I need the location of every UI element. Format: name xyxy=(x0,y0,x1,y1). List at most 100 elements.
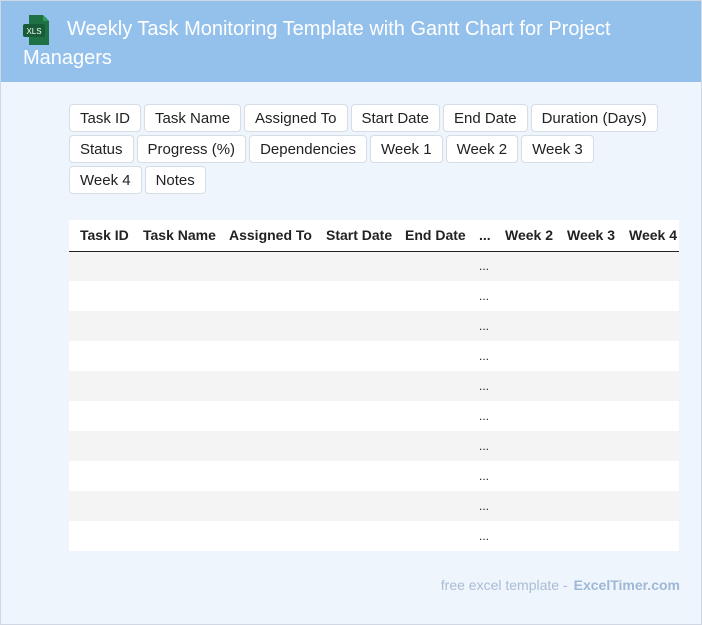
table-cell xyxy=(394,461,468,491)
table-cell xyxy=(556,341,618,371)
table-cell xyxy=(69,251,132,281)
table-cell xyxy=(618,401,679,431)
table-cell xyxy=(494,371,556,401)
table-cell: ... xyxy=(468,281,494,311)
table-cell xyxy=(315,341,394,371)
table-cell xyxy=(494,311,556,341)
column-chip: Week 4 xyxy=(69,166,142,194)
table-cell xyxy=(132,461,218,491)
table-cell xyxy=(132,251,218,281)
table-cell xyxy=(494,491,556,521)
column-chip: Week 3 xyxy=(521,135,594,163)
table-cell xyxy=(218,281,315,311)
table-row: ... xyxy=(69,311,679,341)
table-row: ... xyxy=(69,401,679,431)
table-cell xyxy=(618,251,679,281)
table-cell xyxy=(394,341,468,371)
table-cell xyxy=(69,431,132,461)
table-cell xyxy=(618,521,679,551)
table-cell xyxy=(218,371,315,401)
table-row: ... xyxy=(69,371,679,401)
table-cell xyxy=(618,281,679,311)
table-cell xyxy=(394,521,468,551)
table-cell xyxy=(494,461,556,491)
table-cell xyxy=(218,491,315,521)
table-cell xyxy=(315,401,394,431)
table-cell xyxy=(556,491,618,521)
column-header: Week 3 xyxy=(556,220,618,252)
table-cell xyxy=(132,401,218,431)
column-chip: Status xyxy=(69,135,134,163)
table-row: ... xyxy=(69,341,679,371)
table-cell xyxy=(618,311,679,341)
table-cell xyxy=(132,311,218,341)
table-cell xyxy=(132,491,218,521)
table-cell xyxy=(69,311,132,341)
table-cell xyxy=(556,251,618,281)
column-chip: End Date xyxy=(443,104,528,132)
table-cell xyxy=(315,461,394,491)
table-row: ... xyxy=(69,431,679,461)
table-row: ... xyxy=(69,251,679,281)
table-cell xyxy=(618,371,679,401)
table-cell xyxy=(618,431,679,461)
table-cell xyxy=(556,371,618,401)
table-cell xyxy=(618,491,679,521)
table-cell xyxy=(69,281,132,311)
table-row: ... xyxy=(69,281,679,311)
table-cell xyxy=(556,521,618,551)
table-cell: ... xyxy=(468,521,494,551)
table-cell xyxy=(218,401,315,431)
table-cell xyxy=(494,281,556,311)
column-header: Week 4 xyxy=(618,220,679,252)
column-chip: Task ID xyxy=(69,104,142,132)
table-cell xyxy=(132,521,218,551)
table-cell xyxy=(69,461,132,491)
table-cell xyxy=(494,251,556,281)
table-cell xyxy=(394,311,468,341)
table-row: ... xyxy=(69,461,679,491)
table-cell: ... xyxy=(468,491,494,521)
footer-brand-link[interactable]: ExcelTimer.com xyxy=(574,577,680,593)
column-chip: Duration (Days) xyxy=(530,104,658,132)
column-chip: Notes xyxy=(144,166,206,194)
column-header: End Date xyxy=(394,220,468,252)
column-header: ... xyxy=(468,220,494,252)
page-title: Weekly Task Monitoring Template with Gan… xyxy=(23,18,611,69)
column-header: Start Date xyxy=(315,220,394,252)
table-cell xyxy=(394,401,468,431)
table-body: .............................. xyxy=(69,251,679,551)
table-row: ... xyxy=(69,491,679,521)
table-cell xyxy=(69,491,132,521)
table-cell: ... xyxy=(468,461,494,491)
table-cell: ... xyxy=(468,251,494,281)
table-cell xyxy=(132,341,218,371)
table-cell xyxy=(218,251,315,281)
column-chip: Week 2 xyxy=(445,135,519,163)
column-chip: Dependencies xyxy=(249,135,367,163)
table-cell xyxy=(69,521,132,551)
table-cell: ... xyxy=(468,431,494,461)
table-cell xyxy=(394,431,468,461)
table-cell xyxy=(315,521,394,551)
table-cell xyxy=(556,281,618,311)
table-cell xyxy=(494,431,556,461)
column-header: Task Name xyxy=(132,220,218,252)
footer: free excel template - ExcelTimer.com xyxy=(441,577,680,593)
table-cell xyxy=(132,281,218,311)
table-cell xyxy=(315,311,394,341)
table-cell xyxy=(556,401,618,431)
table-cell xyxy=(394,281,468,311)
page-frame: XLS Weekly Task Monitoring Template with… xyxy=(0,0,702,625)
table-cell xyxy=(556,461,618,491)
table-cell xyxy=(556,311,618,341)
table-cell xyxy=(315,281,394,311)
table-cell xyxy=(218,461,315,491)
table-row: ... xyxy=(69,521,679,551)
table-cell xyxy=(315,371,394,401)
column-header: Task ID xyxy=(69,220,132,252)
column-header: Week 2 xyxy=(494,220,556,252)
task-table: Task ID Task Name Assigned To Start Date End… xyxy=(69,220,679,551)
table-cell xyxy=(315,251,394,281)
table-cell: ... xyxy=(468,311,494,341)
